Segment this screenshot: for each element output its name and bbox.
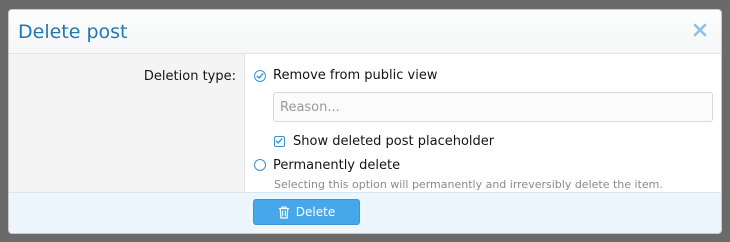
option-label-permanent[interactable]: Permanently delete — [273, 158, 400, 173]
label-column: Deletion type: — [9, 54, 245, 194]
radio-remove-from-public-view[interactable] — [254, 70, 266, 82]
permanent-delete-hint: Selecting this option will permanently a… — [274, 178, 663, 191]
checkbox-label-show-placeholder[interactable]: Show deleted post placeholder — [293, 134, 494, 149]
delete-post-dialog: Delete post Deletion type: Remove from p… — [8, 9, 722, 234]
reason-input[interactable] — [273, 92, 713, 122]
trash-icon — [278, 205, 290, 219]
deletion-type-label: Deletion type: — [143, 69, 236, 84]
show-placeholder-checkbox[interactable] — [274, 136, 285, 147]
delete-button-label: Delete — [295, 205, 336, 219]
dialog-footer: Delete — [9, 192, 721, 233]
dialog-header: Delete post — [9, 10, 721, 54]
close-icon[interactable] — [692, 22, 708, 38]
radio-permanently-delete[interactable] — [254, 159, 266, 171]
delete-button[interactable]: Delete — [253, 199, 360, 225]
option-label-remove[interactable]: Remove from public view — [273, 68, 437, 83]
dialog-body: Deletion type: Remove from public view S… — [9, 54, 721, 194]
dialog-title: Delete post — [18, 21, 128, 43]
